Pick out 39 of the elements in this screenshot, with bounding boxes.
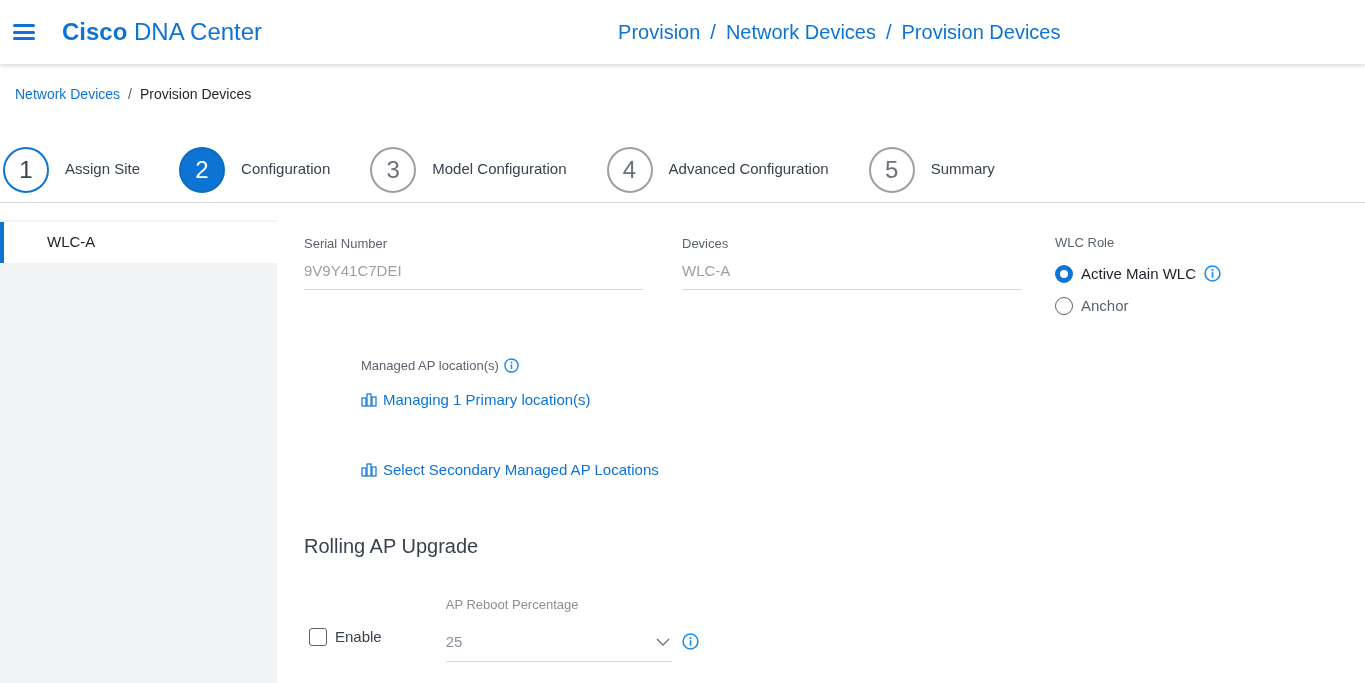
buildings-icon — [361, 462, 377, 477]
page-path-item: Network Devices — [725, 20, 876, 45]
sidebar-item[interactable]: WLC-A — [0, 222, 277, 263]
step-label: Assign Site — [65, 159, 141, 180]
buildings-icon — [361, 393, 377, 408]
page-path-item: Provision Devices — [901, 20, 1061, 45]
info-icon[interactable] — [503, 357, 519, 373]
radio-label: Anchor — [1081, 296, 1129, 316]
step-label: Advanced Configuration — [668, 159, 829, 180]
field-label: Managed AP location(s) — [361, 356, 499, 375]
info-icon[interactable] — [1204, 265, 1222, 283]
app-title: Cisco DNA Center — [62, 17, 263, 47]
location-link[interactable]: Managing 1 Primary location(s) — [361, 389, 591, 412]
dropdown-field[interactable]: AP Reboot Percentage 25 — [445, 595, 672, 662]
text-field[interactable]: Devices WLC-A — [682, 230, 1021, 290]
enable-checkbox[interactable]: Enable — [309, 625, 382, 648]
info-icon[interactable] — [681, 633, 699, 650]
step-number: 5 — [868, 146, 915, 193]
breadcrumb-link[interactable]: Network Devices — [15, 83, 121, 105]
step-label: Model Configuration — [432, 159, 567, 180]
step-label: Configuration — [241, 159, 331, 180]
radio-button[interactable] — [1055, 264, 1073, 283]
menu-icon[interactable] — [13, 23, 35, 41]
location-link[interactable]: Select Secondary Managed AP Locations — [361, 458, 659, 481]
step-number: 4 — [606, 146, 653, 193]
chevron-down-icon — [655, 637, 670, 646]
step-number: 3 — [370, 146, 417, 193]
text-field[interactable]: Serial Number 9V9Y41C7DEI — [304, 230, 643, 290]
step-number: 1 — [3, 146, 49, 193]
page-path-item: Provision — [618, 20, 701, 45]
breadcrumb-separator: / — [128, 84, 132, 104]
path-separator: / — [885, 20, 892, 45]
step-label: Summary — [930, 159, 995, 180]
step-number: 2 — [179, 146, 226, 193]
breadcrumb-current: Provision Devices — [139, 84, 252, 104]
field-label: WLC Role — [1055, 234, 1116, 252]
section-title: Rolling AP Upgrade — [304, 534, 479, 559]
path-separator: / — [710, 20, 716, 45]
radio-label: Active Main WLC — [1081, 263, 1197, 284]
